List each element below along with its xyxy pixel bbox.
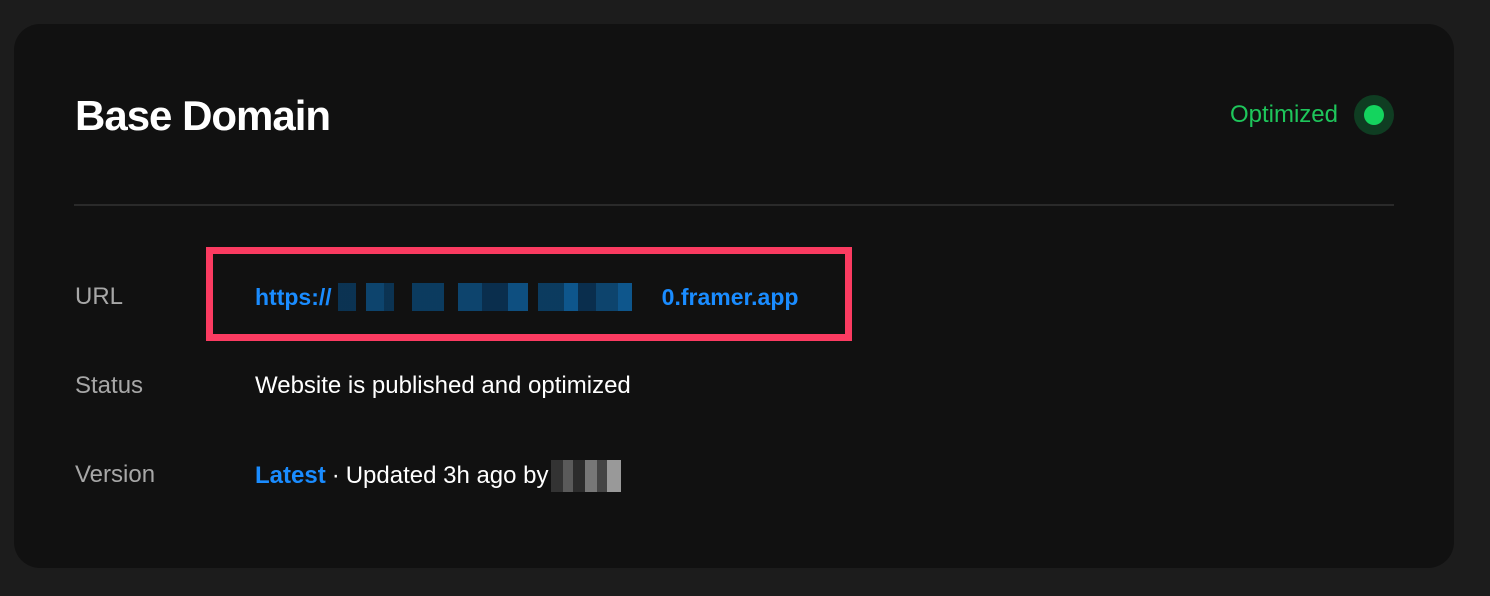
status-dot-inner	[1364, 105, 1384, 125]
version-row-label: Version	[75, 461, 156, 488]
green-dot-icon	[1354, 95, 1394, 135]
url-link[interactable]: https:// 0.framer.app	[255, 282, 798, 312]
status-indicator: Optimized	[1230, 95, 1394, 135]
card-title: Base Domain	[75, 92, 331, 139]
status-row-value: Website is published and optimized	[255, 372, 631, 399]
version-row-value: Latest · Updated 3h ago by	[255, 460, 621, 492]
version-updated-text: Updated 3h ago by	[345, 462, 549, 489]
status-row-label: Status	[75, 372, 144, 399]
status-label: Optimized	[1229, 101, 1338, 128]
url-prefix: https://	[255, 284, 332, 310]
redacted-user-avatar	[550, 460, 621, 492]
latest-version-link[interactable]: Latest	[255, 461, 326, 491]
version-separator: ·	[331, 462, 340, 489]
url-label: URL	[75, 283, 124, 310]
url-suffix: 0.framer.app	[661, 284, 799, 310]
divider	[74, 204, 1394, 206]
redacted-url-segment	[331, 283, 662, 311]
base-domain-card: Base Domain Optimized URL https:// 0.fra…	[14, 24, 1454, 568]
